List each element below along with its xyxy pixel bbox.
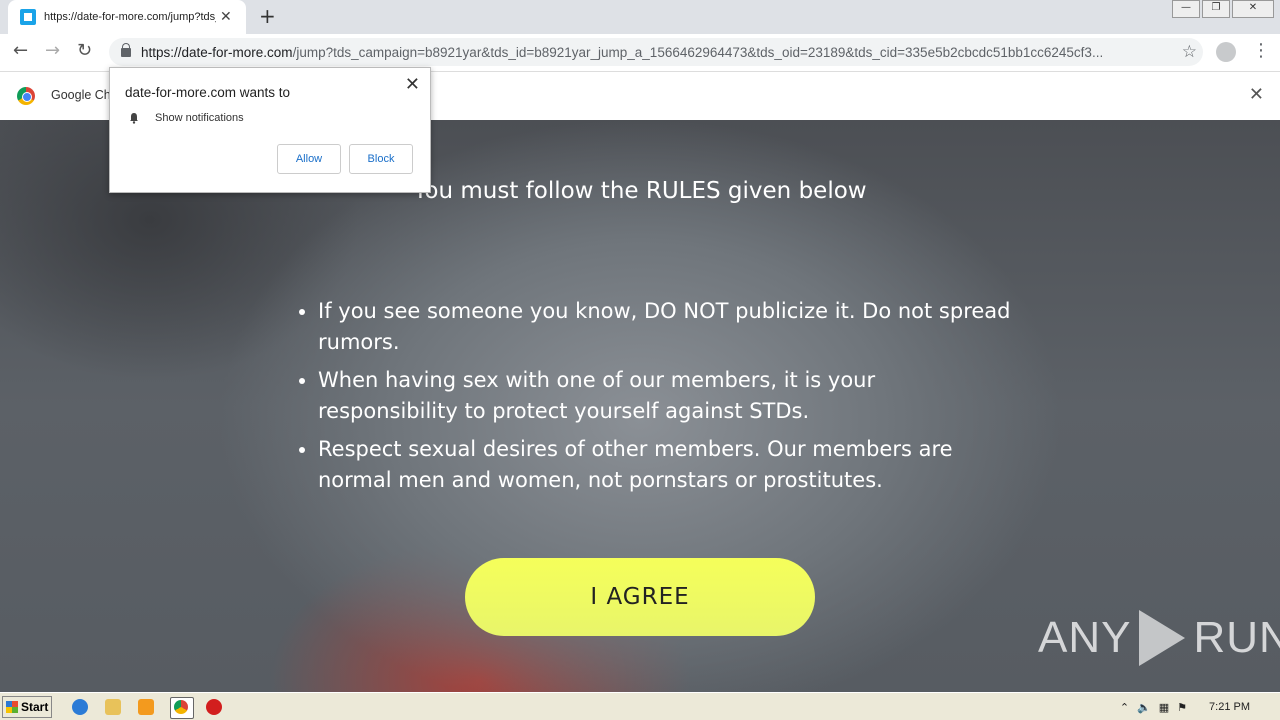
- rule-item: When having sex with one of our members,…: [318, 365, 1018, 427]
- tab-strip: https://date-for-more.com/jump?tds_c ✕ +…: [0, 0, 1280, 34]
- chrome-icon: [174, 700, 188, 714]
- watermark-play-icon: [1139, 610, 1186, 666]
- windows-flag-icon: [6, 701, 18, 713]
- popup-close-icon[interactable]: ✕: [405, 74, 420, 95]
- start-button[interactable]: Start: [2, 696, 52, 718]
- chrome-logo-icon: [17, 87, 35, 105]
- site-favicon-icon: [20, 9, 36, 25]
- window-close-icon[interactable]: ✕: [1232, 0, 1274, 18]
- infobar-close-icon[interactable]: ✕: [1249, 84, 1264, 105]
- forward-icon[interactable]: →: [45, 40, 60, 61]
- bookmark-star-icon[interactable]: ☆: [1182, 42, 1197, 62]
- network-icon[interactable]: ▦: [1159, 701, 1169, 714]
- watermark-left-text: ANY: [1038, 613, 1132, 662]
- taskbar: Start ⌃ 🔈 ▦ ⚑ 7:21 PM: [0, 692, 1280, 720]
- agree-button[interactable]: I AGREE: [465, 558, 815, 636]
- start-label: Start: [21, 700, 49, 714]
- opera-icon[interactable]: [206, 699, 222, 715]
- window-controls: — ❐ ✕: [1172, 0, 1274, 18]
- new-tab-icon[interactable]: +: [259, 4, 276, 28]
- clock[interactable]: 7:21 PM: [1209, 701, 1250, 713]
- profile-avatar-icon[interactable]: [1216, 42, 1236, 62]
- bell-icon: [130, 113, 138, 124]
- allow-button[interactable]: Allow: [277, 144, 341, 174]
- url-text[interactable]: https://date-for-more.com/jump?tds_campa…: [141, 45, 1169, 60]
- tab-title: https://date-for-more.com/jump?tds_c: [44, 11, 216, 23]
- lock-icon[interactable]: [121, 42, 131, 57]
- notification-permission-popup: date-for-more.com wants to ✕ Show notifi…: [109, 67, 431, 193]
- restore-icon[interactable]: ❐: [1202, 0, 1230, 18]
- ie-icon[interactable]: [72, 699, 88, 715]
- rule-item: Respect sexual desires of other members.…: [318, 434, 1018, 496]
- tab-close-icon[interactable]: ✕: [220, 9, 232, 25]
- tray-expand-icon[interactable]: ⌃: [1120, 701, 1129, 714]
- rules-list: If you see someone you know, DO NOT publ…: [298, 296, 1018, 503]
- infobar-text: Google Ch: [51, 88, 111, 102]
- watermark-right-text: RUN: [1193, 613, 1280, 662]
- system-tray: ⌃ 🔈 ▦ ⚑ 7:21 PM: [1110, 695, 1280, 719]
- anyrun-watermark: ANY RUN: [1038, 610, 1280, 666]
- minimize-icon[interactable]: —: [1172, 0, 1200, 18]
- block-button[interactable]: Block: [349, 144, 413, 174]
- address-bar[interactable]: https://date-for-more.com/jump?tds_campa…: [109, 38, 1203, 66]
- url-host: https://date-for-more.com: [141, 44, 293, 60]
- url-path: /jump?tds_campaign=b8921yar&tds_id=b8921…: [292, 44, 1104, 60]
- permission-label: Show notifications: [155, 112, 244, 124]
- rule-item: If you see someone you know, DO NOT publ…: [318, 296, 1018, 358]
- folder-icon[interactable]: [105, 699, 121, 715]
- media-player-icon[interactable]: [138, 699, 154, 715]
- browser-tab[interactable]: https://date-for-more.com/jump?tds_c ✕: [8, 0, 246, 34]
- page-content: You must follow the RULES given below If…: [0, 120, 1280, 692]
- menu-kebab-icon[interactable]: ⋮: [1252, 40, 1270, 61]
- back-icon[interactable]: ←: [13, 40, 28, 61]
- volume-icon[interactable]: 🔈: [1137, 701, 1151, 714]
- popup-title: date-for-more.com wants to: [125, 85, 291, 100]
- reload-icon[interactable]: ↻: [77, 40, 92, 61]
- flag-icon[interactable]: ⚑: [1177, 701, 1187, 714]
